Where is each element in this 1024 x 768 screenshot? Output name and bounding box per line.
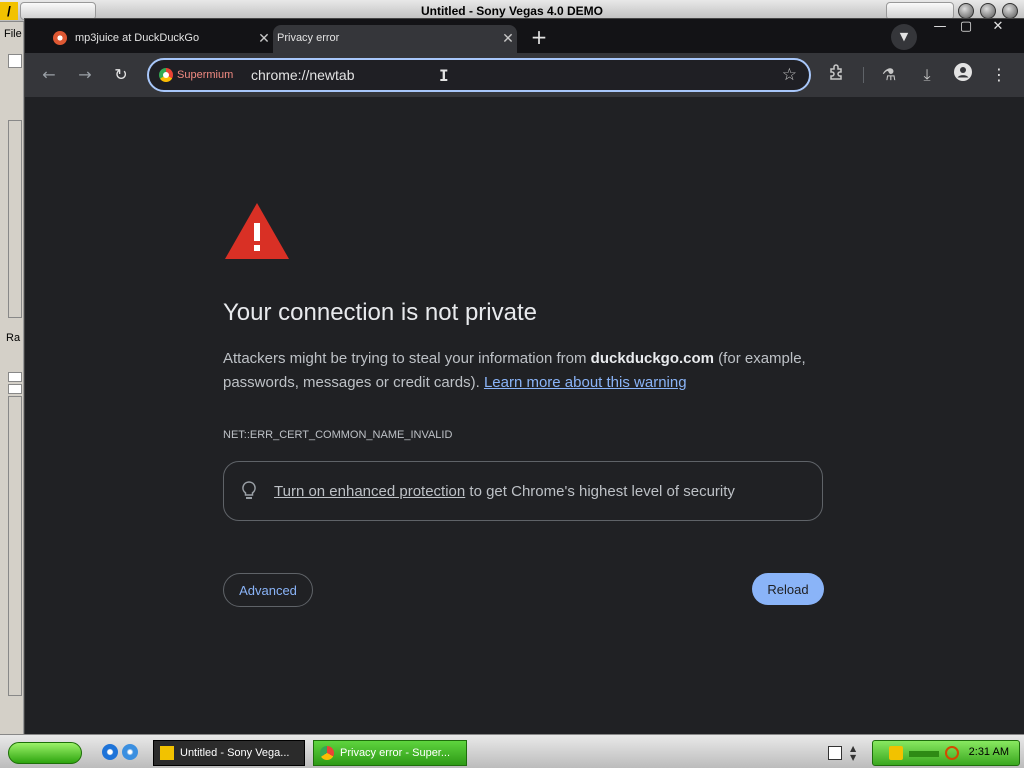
reload-icon[interactable]: ↻ xyxy=(109,63,133,87)
reload-button[interactable]: Reload xyxy=(752,573,824,605)
tab-title: mp3juice at DuckDuckGo xyxy=(75,32,200,44)
maximize-button[interactable]: ▢ xyxy=(951,19,981,37)
vegas-side-label: Ra xyxy=(6,332,21,344)
close-button[interactable]: ✕ xyxy=(983,19,1013,37)
duckduckgo-favicon-icon xyxy=(53,31,67,45)
page-title: Your connection is not private xyxy=(223,299,537,326)
site-domain: duckduckgo.com xyxy=(590,350,715,367)
vegas-scrollbar[interactable] xyxy=(8,396,22,696)
browser-window: mp3juice at DuckDuckGo ✕ Privacy error ✕… xyxy=(24,18,1024,735)
new-tab-button[interactable]: + xyxy=(527,25,551,49)
tab-mp3juice[interactable]: mp3juice at DuckDuckGo ✕ xyxy=(43,25,273,53)
vegas-window-title: Untitled - Sony Vegas 4.0 DEMO xyxy=(420,4,604,18)
search-icon[interactable] xyxy=(945,746,959,760)
tab-search-chevron-icon[interactable]: ▼ xyxy=(891,24,917,50)
internet-explorer-icon[interactable] xyxy=(102,744,118,760)
vegas-menu-file[interactable]: File xyxy=(4,28,22,40)
vegas-scroll-left[interactable] xyxy=(8,384,22,394)
bookmark-star-icon[interactable]: ☆ xyxy=(782,65,797,85)
menu-kebab-icon[interactable]: ⋮ xyxy=(987,63,1011,87)
tab-close-icon[interactable]: ✕ xyxy=(255,29,273,47)
tab-close-icon[interactable]: ✕ xyxy=(499,29,517,47)
vegas-logo-icon xyxy=(160,746,174,760)
taskbar-item-vegas[interactable]: Untitled - Sony Vega... xyxy=(153,740,305,766)
protection-suffix-text: to get Chrome's highest level of securit… xyxy=(465,483,735,500)
text-cursor-icon: I xyxy=(439,66,449,85)
help-icon[interactable] xyxy=(828,746,842,760)
clock: 2:31 AM xyxy=(968,746,1009,758)
extensions-icon[interactable] xyxy=(825,63,849,87)
tab-privacy-error[interactable]: Privacy error ✕ xyxy=(273,25,517,53)
vegas-toolbar-icon[interactable] xyxy=(8,54,22,68)
taskbar: Untitled - Sony Vega... Privacy error - … xyxy=(0,734,1024,768)
system-tray: 2:31 AM xyxy=(872,740,1020,766)
vegas-minimize-button[interactable] xyxy=(958,3,974,19)
enhanced-protection-card: Turn on enhanced protection to get Chrom… xyxy=(223,461,823,521)
interstitial-page: Your connection is not private Attackers… xyxy=(25,97,1024,735)
download-icon[interactable]: ⤓ xyxy=(915,63,939,87)
taskbar-item-label: Untitled - Sony Vega... xyxy=(180,747,290,759)
back-arrow-icon[interactable]: ← xyxy=(37,63,61,87)
taskbar-item-privacy-error[interactable]: Privacy error - Super... xyxy=(313,740,467,766)
lightbulb-icon xyxy=(242,481,256,499)
enhanced-protection-message: Turn on enhanced protection to get Chrom… xyxy=(274,483,735,500)
browser-chip[interactable]: Supermium xyxy=(157,66,233,84)
vegas-close-button[interactable] xyxy=(1002,3,1018,19)
supermium-logo-icon xyxy=(320,746,334,760)
address-bar[interactable]: Supermium I ☆ xyxy=(147,58,811,92)
browser-quicklaunch-icon[interactable] xyxy=(122,744,138,760)
vegas-left-panel: File Ra xyxy=(0,22,24,734)
start-button[interactable] xyxy=(8,742,82,764)
tab-strip: mp3juice at DuckDuckGo ✕ Privacy error ✕… xyxy=(25,19,1024,53)
vegas-maximize-button[interactable] xyxy=(980,3,996,19)
enhanced-protection-link[interactable]: Turn on enhanced protection xyxy=(274,483,465,500)
warning-message: Attackers might be trying to steal your … xyxy=(223,347,833,395)
error-code: NET::ERR_CERT_COMMON_NAME_INVALID xyxy=(223,429,453,441)
profile-avatar-icon[interactable] xyxy=(951,63,975,87)
tab-title: Privacy error xyxy=(277,32,340,44)
browser-chip-label: Supermium xyxy=(177,69,234,81)
advanced-button[interactable]: Advanced xyxy=(223,573,313,607)
warning-triangle-icon xyxy=(225,203,289,259)
supermium-logo-icon xyxy=(159,68,173,82)
vegas-scroll-up[interactable] xyxy=(8,372,22,382)
toolbar-divider xyxy=(863,67,864,83)
scroll-arrows-icon[interactable]: ▲ ▼ xyxy=(850,744,858,762)
browser-toolbar: ← → ↻ Supermium I ☆ ⚗ ⤓ ⋮ xyxy=(25,53,1024,97)
message-text: Attackers might be trying to steal your … xyxy=(223,350,591,367)
labs-flask-icon[interactable]: ⚗ xyxy=(877,63,901,87)
forward-arrow-icon[interactable]: → xyxy=(73,63,97,87)
taskbar-item-label: Privacy error - Super... xyxy=(340,747,451,759)
learn-more-link[interactable]: Learn more about this warning xyxy=(484,374,687,391)
security-shield-icon[interactable] xyxy=(889,746,903,760)
tray-indicator-icon xyxy=(909,751,939,757)
vegas-panel xyxy=(8,120,22,318)
